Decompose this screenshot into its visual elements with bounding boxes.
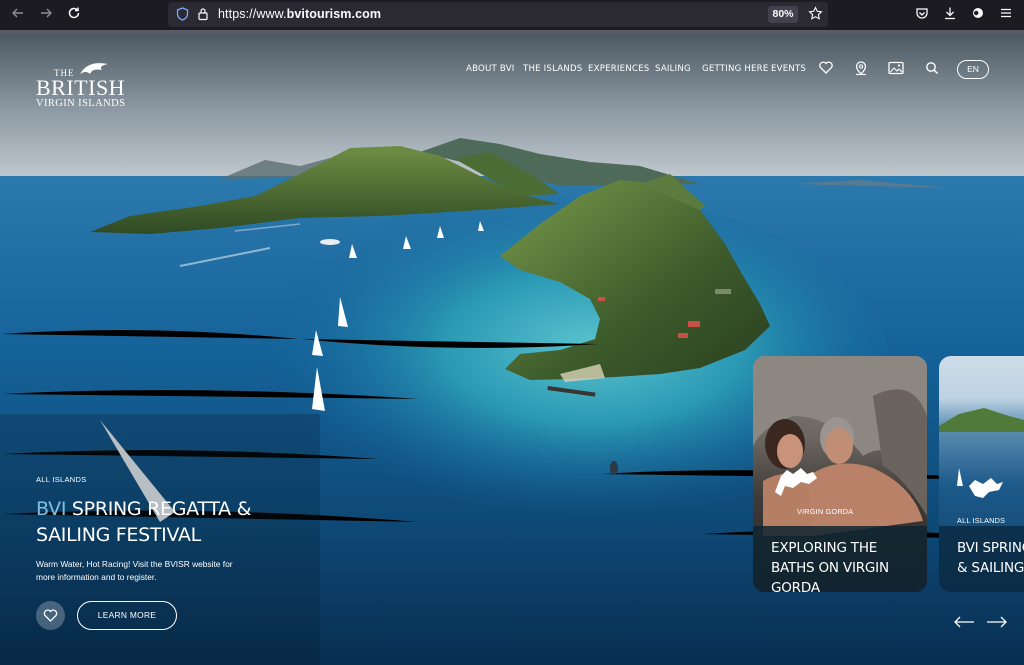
reload-button[interactable] (65, 6, 83, 24)
back-button[interactable] (9, 6, 27, 24)
learn-more-button[interactable]: LEARN MORE (77, 601, 177, 630)
lock-icon[interactable] (197, 7, 209, 21)
arrow-left-icon (954, 616, 974, 628)
arrow-right-icon (41, 8, 52, 18)
address-bar[interactable]: https://www.bvitourism.com 80% (168, 2, 828, 27)
search-icon (926, 62, 939, 75)
puzzle-icon (973, 8, 983, 18)
language-selector[interactable]: EN (957, 60, 989, 79)
logo-virgin-islands: VIRGIN ISLANDS (36, 98, 126, 109)
map-button[interactable] (854, 61, 868, 81)
card-tag: VIRGIN GORDA (797, 507, 854, 516)
hero-title: BVI SPRING REGATTA & SAILING FESTIVAL (36, 496, 256, 548)
carousel-prev-button[interactable] (953, 615, 975, 633)
arrow-right-icon (987, 616, 1007, 628)
shield-icon[interactable] (176, 7, 189, 21)
forward-button[interactable] (37, 6, 55, 24)
card-title: BVI SPRING REGATTA & SAILING FESTIVAL (957, 540, 1024, 576)
carousel-next-button[interactable] (986, 615, 1008, 633)
search-button[interactable] (925, 61, 939, 80)
hero-section: THE BRITISH VIRGIN ISLANDS ABOUT BVI THE… (0, 34, 1024, 665)
url-host: bvitourism.com (286, 7, 382, 21)
hero-tag: ALL ISLANDS (36, 475, 87, 484)
favorites-button[interactable] (819, 61, 833, 79)
gallery-button[interactable] (888, 61, 904, 80)
zoom-indicator[interactable]: 80% (768, 6, 798, 23)
url-prefix: https://www. (218, 7, 287, 21)
download-icon (945, 7, 955, 20)
card-tag: ALL ISLANDS (957, 516, 1006, 525)
nav-item-the-islands[interactable]: THE ISLANDS (523, 64, 582, 74)
card-bvi-spring-regatta[interactable]: ALL ISLANDS BVI SPRING REGATTA & SAILING… (939, 356, 1024, 592)
hero-favorite-button[interactable] (36, 601, 65, 630)
nav-item-about-bvi[interactable]: ABOUT BVI (466, 64, 515, 74)
heart-icon (819, 61, 833, 74)
pocket-icon (916, 8, 928, 19)
nav-item-getting-here[interactable]: GETTING HERE (702, 64, 768, 74)
card-exploring-the-baths[interactable]: VIRGIN GORDA EXPLORING THE BATHS ON VIRG… (753, 356, 927, 592)
downloads-button[interactable] (943, 6, 961, 24)
reload-icon (68, 7, 80, 19)
url-text[interactable]: https://www.bvitourism.com (218, 7, 381, 21)
hero-title-rest: SPRING REGATTA & SAILING FESTIVAL (36, 498, 252, 546)
star-icon[interactable] (808, 6, 823, 21)
heart-icon (43, 609, 58, 622)
pocket-button[interactable] (915, 6, 933, 24)
image-icon (888, 61, 904, 75)
hero-description: Warm Water, Hot Racing! Visit the BVISR … (36, 559, 233, 582)
browser-toolbar: https://www.bvitourism.com 80% (0, 0, 1024, 30)
hero-title-highlight: BVI (36, 498, 67, 520)
hamburger-icon (1001, 8, 1011, 18)
menu-button[interactable] (999, 6, 1017, 24)
arrow-left-icon (12, 8, 23, 18)
map-pin-icon (855, 61, 867, 76)
nav-item-sailing[interactable]: SAILING (655, 64, 691, 74)
card-title: EXPLORING THE BATHS ON VIRGIN GORDA (771, 540, 889, 592)
nav-item-events[interactable]: EVENTS (771, 64, 806, 74)
extensions-button[interactable] (971, 6, 989, 24)
nav-item-experiences[interactable]: EXPERIENCES (588, 64, 649, 74)
